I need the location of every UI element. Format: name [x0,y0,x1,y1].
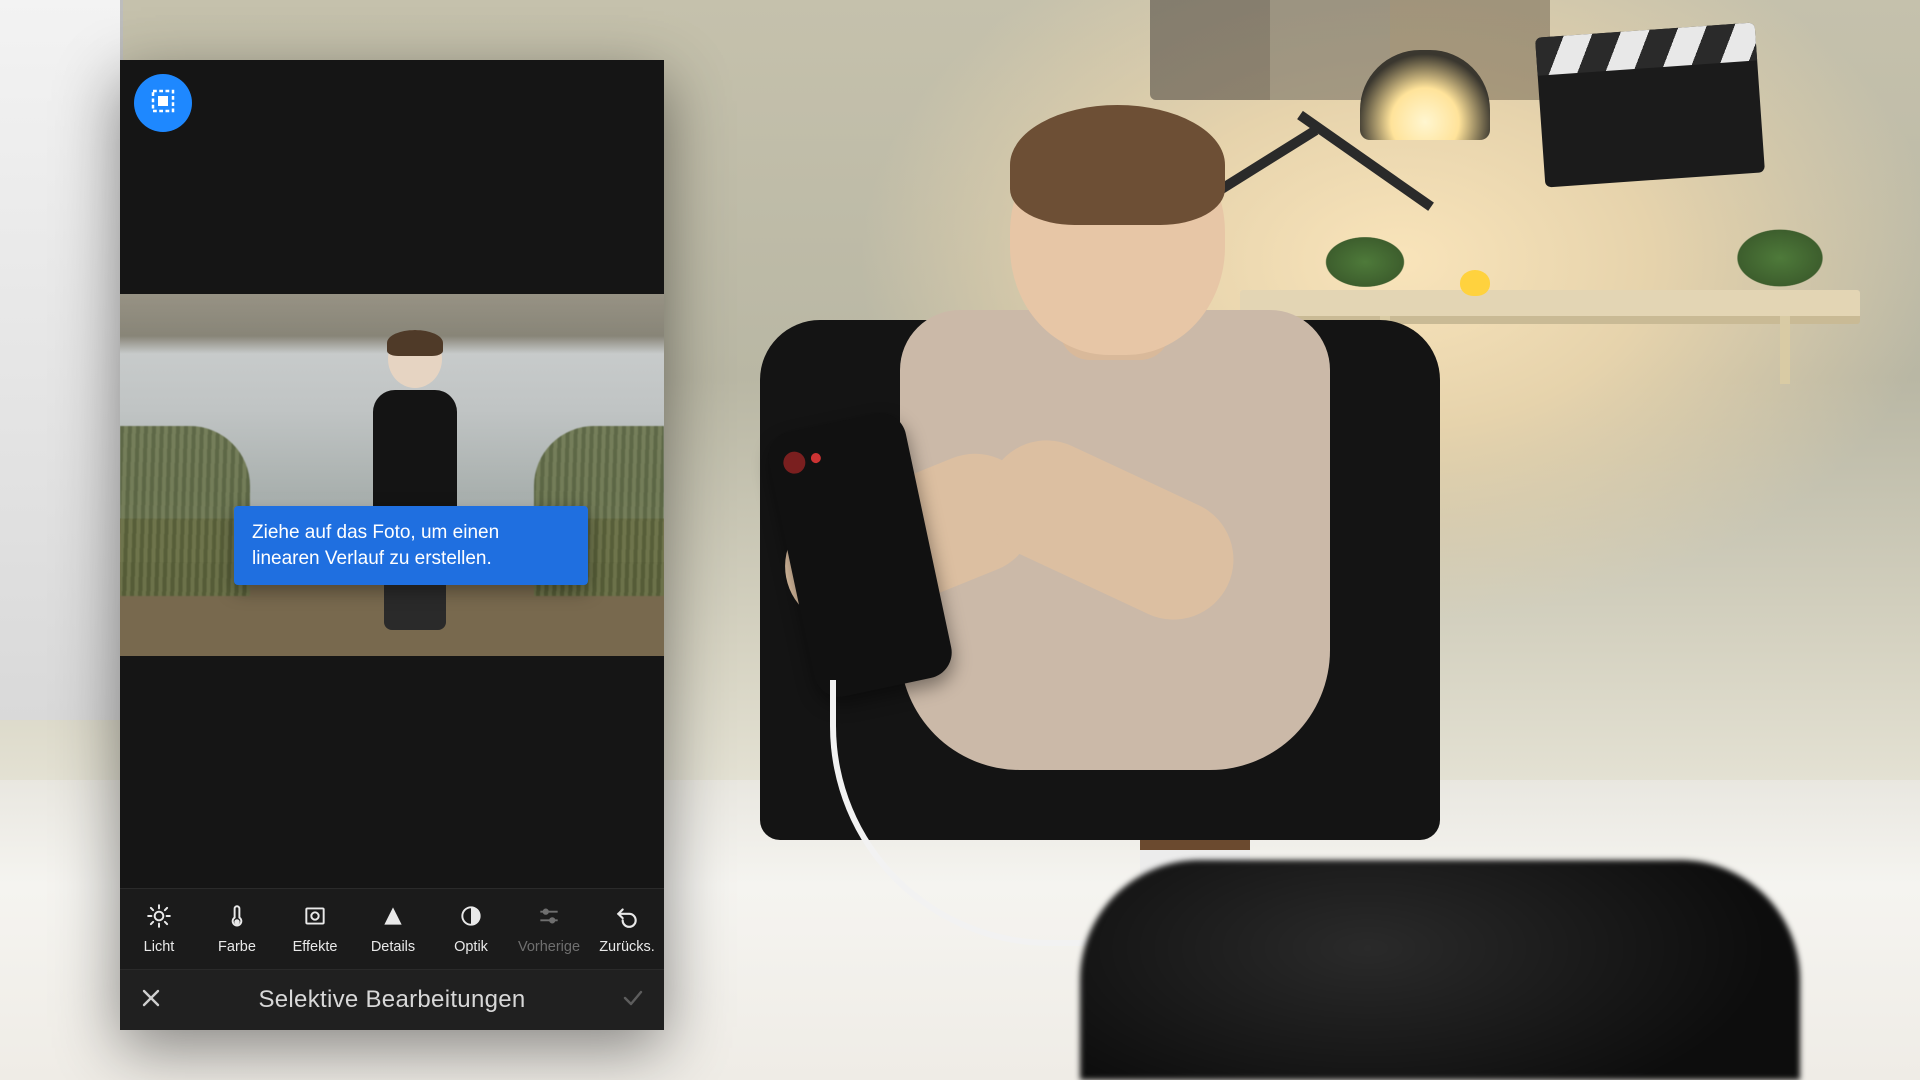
editor-top-area [120,60,664,294]
vignette-icon [302,903,328,933]
tool-label: Details [371,939,415,955]
linear-gradient-icon [148,86,178,121]
tool-label: Optik [454,939,488,955]
linear-gradient-tool-button[interactable] [134,74,192,132]
tool-details[interactable]: Details [354,889,432,969]
editor-mid-area [120,656,664,888]
close-icon [139,986,163,1015]
tool-licht[interactable]: Licht [120,889,198,969]
photo-canvas[interactable] [120,294,664,656]
cancel-button[interactable] [134,983,168,1017]
hint-tooltip-text: Ziehe auf das Foto, um einen linearen Ve… [252,522,499,569]
plant-prop [1310,220,1420,290]
mode-bar: Selektive Bearbeitungen [120,969,664,1030]
rubber-duck-prop [1460,270,1490,296]
tool-effekte[interactable]: Effekte [276,889,354,969]
wall-shelf [1240,290,1860,324]
camera-foreground [1080,860,1800,1080]
plant-prop [1720,210,1840,290]
mode-title: Selektive Bearbeitungen [168,986,616,1014]
tool-label: Licht [144,939,175,955]
tool-optik[interactable]: Optik [432,889,510,969]
confirm-button [616,983,650,1017]
tool-vorherige: Vorherige [510,889,588,969]
check-icon [621,986,645,1015]
tool-label: Zurücks. [599,939,655,955]
lightroom-mobile-panel: Ziehe auf das Foto, um einen linearen Ve… [120,60,664,1028]
tool-farbe[interactable]: Farbe [198,889,276,969]
triangle-icon [380,903,406,933]
hint-tooltip: Ziehe auf das Foto, um einen linearen Ve… [234,506,588,585]
person-hair [1010,105,1225,225]
undo-icon [614,903,640,933]
tool-zuruecksetzen[interactable]: Zurücks. [588,889,666,969]
lens-icon [458,903,484,933]
clapperboard-prop [1535,23,1765,188]
monitor-edge [0,0,123,720]
photo-reeds [120,426,250,596]
sun-icon [146,903,172,933]
tool-label: Effekte [293,939,338,955]
edit-toolbar: Licht Farbe Effekte Details [120,888,664,969]
shelf-bracket [1780,316,1790,384]
thermometer-icon [224,903,250,933]
tool-label: Farbe [218,939,256,955]
tool-label: Vorherige [518,939,580,955]
sliders-icon [536,903,562,933]
